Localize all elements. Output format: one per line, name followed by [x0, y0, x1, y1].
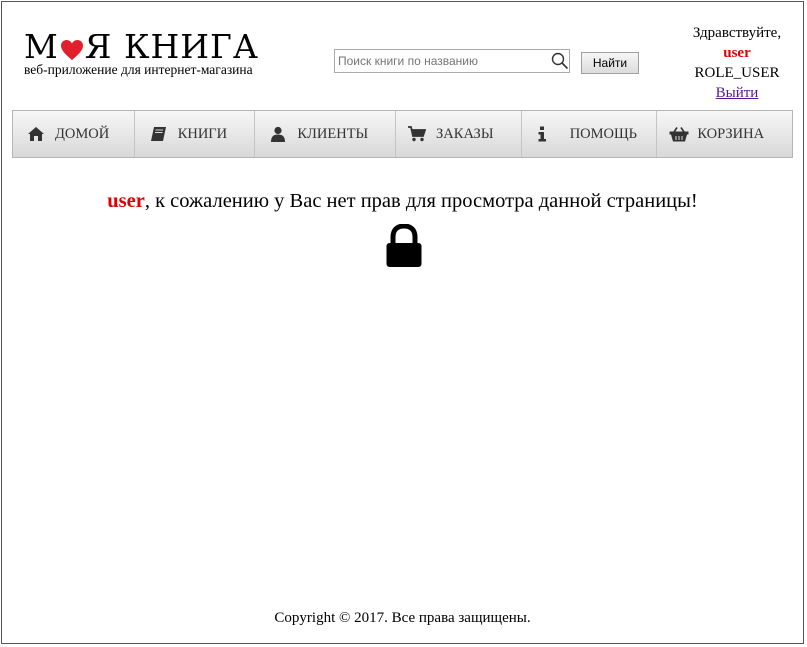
nav-item-label: ДОМОЙ [55, 125, 110, 142]
logo[interactable]: М Я КНИГА веб-приложение для интернет-маг… [24, 30, 324, 80]
logo-rest: Я КНИГА [84, 27, 259, 66]
page-frame: М Я КНИГА веб-приложение для интернет-маг… [1, 1, 804, 644]
access-denied-message: user, к сожалению у Вас нет прав для про… [2, 190, 803, 213]
main-nav: ДОМОЙ КНИГИ КЛИЕНТЫ ЗАКАЗЫ ПОМОЩЬ КОРЗИН… [12, 110, 793, 158]
header: М Я КНИГА веб-приложение для интернет-маг… [2, 2, 803, 107]
nav-item-label: КНИГИ [177, 125, 228, 142]
nav-item-home[interactable]: ДОМОЙ [13, 111, 135, 157]
logo-letter-m: М [24, 27, 59, 66]
user-icon [271, 126, 286, 142]
role-label: ROLE_USER [694, 65, 780, 81]
message-text: , к сожалению у Вас нет прав для просмот… [144, 190, 698, 212]
greeting-text: Здравствуйте, [692, 25, 782, 41]
nav-item-cart[interactable]: КОРЗИНА [657, 111, 792, 157]
heart-icon [60, 40, 83, 60]
nav-item-clients[interactable]: КЛИЕНТЫ [255, 111, 397, 157]
message-username: user [107, 190, 145, 212]
logo-title: М Я КНИГА [24, 30, 259, 64]
book-icon [150, 127, 166, 141]
username-label: user [723, 45, 751, 61]
search-box [334, 49, 570, 73]
footer-copyright: Copyright © 2017. Все права защищены. [274, 610, 531, 626]
cart-icon [408, 126, 427, 142]
nav-item-label: ЗАКАЗЫ [436, 125, 494, 142]
info-icon [538, 126, 546, 142]
basket-icon [669, 127, 689, 142]
search-input[interactable] [335, 50, 548, 72]
nav-item-help[interactable]: ПОМОЩЬ [522, 111, 658, 157]
nav-item-label: ПОМОЩЬ [569, 125, 637, 142]
lock-icon [386, 224, 422, 267]
nav-item-label: КОРЗИНА [697, 125, 765, 142]
nav-item-orders[interactable]: ЗАКАЗЫ [396, 111, 522, 157]
search-button[interactable]: Найти [581, 52, 639, 74]
search-icon[interactable] [551, 52, 569, 70]
home-icon [28, 127, 44, 141]
logout-link[interactable]: Выйти [716, 85, 759, 101]
user-panel: Здравствуйте, user ROLE_USER Выйти [682, 23, 792, 103]
nav-item-label: КЛИЕНТЫ [297, 125, 369, 142]
nav-item-books[interactable]: КНИГИ [135, 111, 256, 157]
logo-tagline: веб-приложение для интернет-магазина [24, 62, 253, 77]
